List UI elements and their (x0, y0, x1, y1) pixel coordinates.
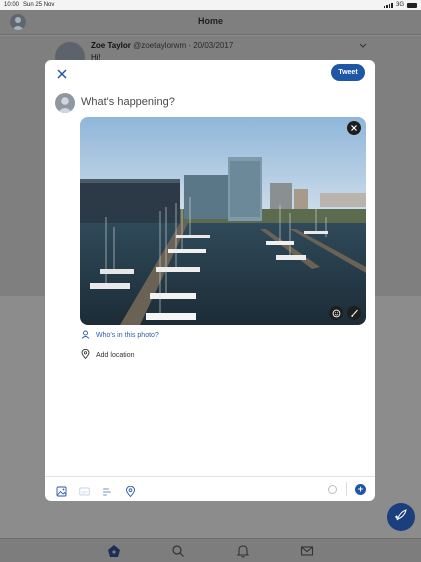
character-counter (328, 485, 337, 494)
remove-photo-button[interactable] (347, 121, 361, 135)
toolbar-divider (346, 482, 347, 496)
location-pin-icon (81, 348, 90, 361)
sticker-icon[interactable] (329, 306, 343, 320)
signal-icon (383, 2, 393, 8)
compose-fab[interactable] (387, 503, 415, 531)
tweet-button[interactable]: Tweet (331, 64, 365, 81)
avatar (55, 93, 75, 113)
svg-text:GIF: GIF (81, 489, 88, 494)
network-label: 3G (395, 2, 404, 8)
poll-icon[interactable] (102, 484, 113, 496)
author-handle-date: @zoetaylorwm · 20/03/2017 (133, 41, 234, 50)
tag-people-label: Who's in this photo? (96, 332, 159, 339)
person-icon (81, 330, 90, 341)
add-location-label: Add location (96, 351, 135, 359)
location-pin-icon[interactable] (125, 484, 136, 498)
tweet-author: Zoe Taylor @zoetaylorwm · 20/03/2017 (91, 41, 233, 50)
status-date: Sun 25 Nov (23, 2, 55, 8)
notifications-icon[interactable] (236, 544, 250, 558)
tag-people-link[interactable]: Who's in this photo? (81, 330, 159, 341)
compose-feather-icon (394, 508, 408, 527)
add-location-link[interactable]: Add location (81, 348, 135, 361)
page-title: Home (197, 16, 223, 26)
top-bar: Home (0, 10, 421, 35)
brush-icon[interactable] (347, 306, 361, 320)
search-icon[interactable] (171, 544, 185, 558)
status-bar: 10:00 Sun 25 Nov 3G (0, 0, 421, 10)
tab-bar (0, 538, 421, 562)
messages-icon[interactable] (300, 544, 314, 558)
battery-icon (407, 2, 417, 8)
chevron-down-icon[interactable] (359, 42, 367, 51)
status-time: 10:00 (4, 2, 20, 8)
gif-icon[interactable]: GIF (79, 484, 90, 496)
compose-dialog: Tweet What's happening? Who's in this ph… (45, 60, 375, 501)
attached-photo[interactable] (80, 117, 366, 325)
photo-image (80, 117, 366, 325)
tweet-text-input[interactable]: What's happening? (81, 96, 175, 108)
image-icon[interactable] (56, 484, 67, 497)
close-icon[interactable] (55, 67, 69, 81)
home-icon[interactable] (107, 544, 121, 558)
author-name: Zoe Taylor (91, 41, 131, 50)
compose-toolbar: GIF + (45, 476, 375, 501)
add-tweet-button[interactable]: + (355, 484, 366, 495)
